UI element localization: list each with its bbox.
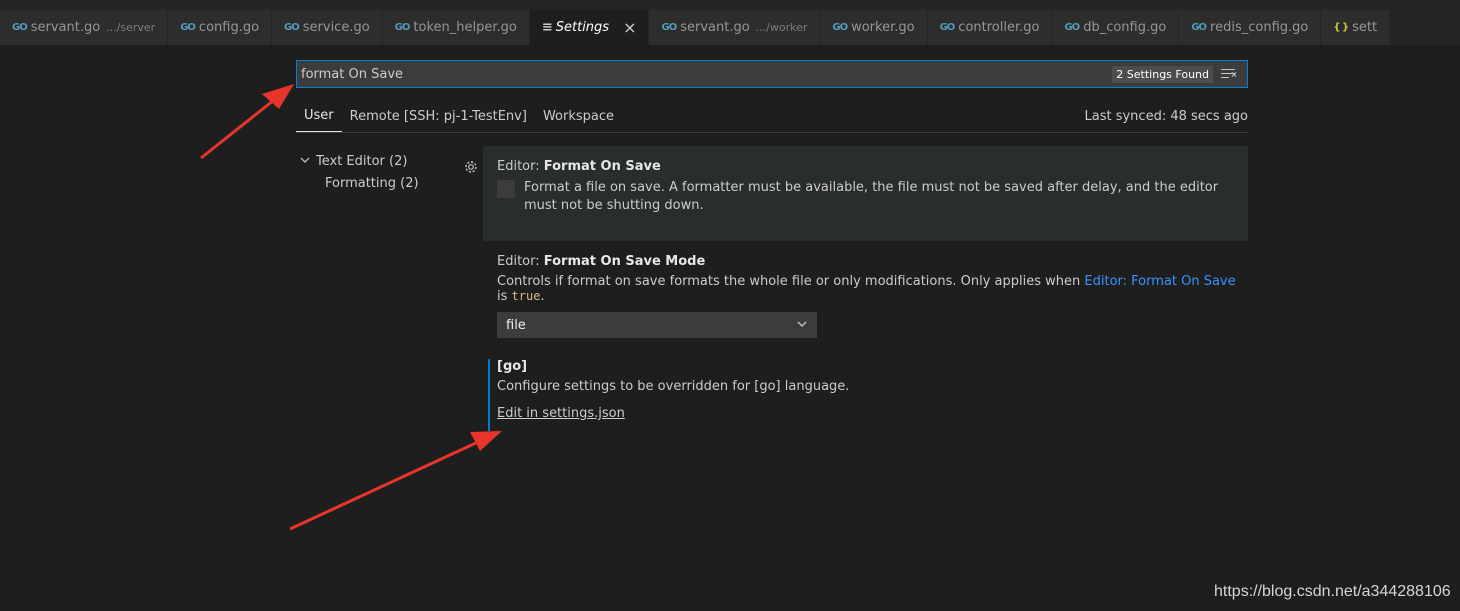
tab-settings[interactable]: ≡ Settings ×: [529, 10, 650, 45]
tab-servant-go-worker[interactable]: GO servant.go .../worker: [649, 10, 821, 45]
description-text: is: [497, 289, 512, 304]
settings-search-box: 2 Settings Found: [296, 60, 1248, 88]
description-text: .: [540, 289, 545, 304]
clear-filter-icon[interactable]: [1221, 68, 1237, 80]
setting-category: Editor:: [497, 159, 544, 174]
tab-db-config-go[interactable]: GO db_config.go: [1052, 10, 1180, 45]
chevron-down-icon: [796, 318, 808, 333]
tab-label: db_config.go: [1083, 20, 1167, 35]
select-value: file: [506, 317, 526, 333]
setting-description: Configure settings to be overridden for …: [497, 379, 850, 394]
setting-name: Format On Save: [543, 159, 661, 174]
go-file-icon: GO: [284, 22, 300, 33]
scope-tab-remote[interactable]: Remote [SSH: pj-1-TestEnv]: [342, 109, 535, 132]
chevron-down-icon: [300, 155, 316, 168]
format-mode-select[interactable]: file: [497, 312, 817, 338]
setting-title: Editor: Format On Save: [497, 159, 661, 174]
settings-icon: ≡: [541, 20, 553, 35]
go-file-icon: GO: [939, 22, 956, 33]
tab-servant-go-server[interactable]: GO servant.go .../server: [0, 10, 169, 45]
tab-config-go[interactable]: GO config.go: [168, 10, 273, 45]
tab-label: worker.go: [851, 20, 915, 35]
go-file-icon: GO: [832, 22, 848, 33]
tab-redis-config-go[interactable]: GO redis_config.go: [1179, 10, 1322, 45]
annotation-arrow-search: [200, 84, 294, 160]
gear-icon[interactable]: [463, 159, 481, 177]
setting-description: Format a file on save. A formatter must …: [524, 180, 1219, 213]
settings-search-input[interactable]: [297, 66, 1113, 82]
last-synced-status: Last synced: 48 secs ago: [1084, 109, 1249, 124]
tab-label: servant.go: [680, 20, 750, 35]
toc-item-formatting[interactable]: Formatting (2): [300, 172, 470, 194]
tab-description: .../worker: [755, 21, 808, 34]
go-file-icon: GO: [12, 22, 28, 33]
format-on-save-checkbox[interactable]: [497, 180, 515, 198]
go-file-icon: GO: [1064, 22, 1080, 33]
setting-link[interactable]: Editor: Format On Save: [1084, 274, 1235, 289]
results-count-badge: 2 Settings Found: [1112, 65, 1213, 83]
settings-toc: Text Editor (2) Formatting (2): [300, 150, 470, 194]
tab-label: redis_config.go: [1210, 20, 1309, 35]
tab-label: token_helper.go: [413, 20, 517, 35]
tab-worker-go[interactable]: GO worker.go: [820, 10, 928, 45]
go-file-icon: GO: [1191, 22, 1207, 33]
edit-in-settings-json-link[interactable]: Edit in settings.json: [497, 406, 625, 421]
go-file-icon: GO: [394, 22, 411, 33]
toc-item-text-editor[interactable]: Text Editor (2): [300, 150, 470, 172]
title-strip: [0, 0, 1460, 10]
tab-controller-go[interactable]: GO controller.go: [927, 10, 1053, 45]
close-icon[interactable]: ×: [623, 18, 636, 37]
editor-tab-bar: GO servant.go .../server GO config.go GO…: [0, 10, 1460, 45]
tab-token-helper-go[interactable]: GO token_helper.go: [382, 10, 530, 45]
go-file-icon: GO: [661, 22, 677, 33]
annotation-arrow-edit-link: [289, 431, 502, 531]
settings-scope-tabs: User Remote [SSH: pj-1-TestEnv] Workspac…: [296, 100, 1248, 133]
toc-label: Text Editor (2): [316, 153, 408, 169]
tab-label: service.go: [302, 20, 370, 35]
go-file-icon: GO: [180, 22, 196, 33]
tab-label: Settings: [555, 20, 610, 35]
tab-service-go[interactable]: GO service.go: [272, 10, 383, 45]
tab-settings-json[interactable]: { } sett: [1321, 10, 1391, 45]
setting-title: Editor: Format On Save Mode: [497, 254, 1237, 269]
setting-title: [go]: [497, 359, 528, 374]
tab-description: .../server: [106, 21, 156, 34]
setting-category: Editor:: [497, 254, 544, 269]
tab-label: config.go: [198, 20, 260, 35]
watermark-text: https://blog.csdn.net/a344288106: [1214, 583, 1451, 600]
code-value: true: [511, 289, 541, 303]
setting-format-on-save: Editor: Format On Save Format a file on …: [483, 146, 1248, 241]
tab-label: controller.go: [958, 20, 1040, 35]
tab-label: servant.go: [30, 20, 101, 35]
setting-go-override: [go] Configure settings to be overridden…: [488, 359, 1197, 431]
setting-format-on-save-mode: Editor: Format On Save Mode Controls if …: [497, 254, 1237, 338]
description-text: Controls if format on save formats the w…: [497, 274, 1085, 289]
setting-description: Controls if format on save formats the w…: [497, 274, 1237, 304]
setting-name: Format On Save Mode: [543, 254, 706, 269]
scope-tab-user[interactable]: User: [296, 108, 342, 132]
tab-label: sett: [1352, 20, 1378, 35]
scope-tab-workspace[interactable]: Workspace: [535, 109, 622, 132]
json-file-icon: { }: [1333, 22, 1349, 33]
